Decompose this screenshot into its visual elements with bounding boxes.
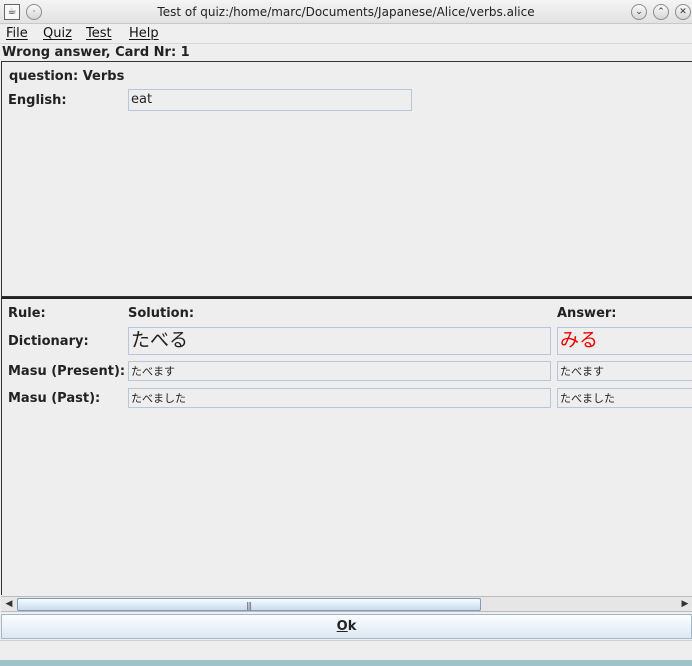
menu-test[interactable]: Test <box>86 26 112 41</box>
status-message: Wrong answer, Card Nr: 1 <box>2 45 190 60</box>
ok-mnemonic: O <box>336 619 348 634</box>
solution-header: Solution: <box>128 306 195 321</box>
scrollbar-thumb[interactable]: ||| <box>17 598 481 611</box>
english-field[interactable]: eat <box>128 89 412 111</box>
title-bar: ☕ · Test of quiz:/home/marc/Documents/Ja… <box>0 0 692 24</box>
scroll-left-icon[interactable]: ◀ <box>2 598 16 611</box>
maximize-icon[interactable]: ⌃ <box>653 4 669 20</box>
ok-label-rest: k <box>347 619 357 634</box>
status-bar <box>0 640 692 660</box>
horizontal-scrollbar[interactable]: ◀ ||| ▶ <box>1 596 692 612</box>
rule-masu-present-label: Masu (Present): <box>8 364 126 379</box>
question-panel: question: Verbs English: eat <box>1 61 692 297</box>
question-heading: question: Verbs <box>9 69 125 84</box>
solution-dictionary-field[interactable]: たべる <box>128 327 551 355</box>
window-title: Test of quiz:/home/marc/Documents/Japane… <box>157 5 535 19</box>
english-label: English: <box>8 93 67 108</box>
rule-header: Rule: <box>8 306 46 321</box>
solution-panel: Rule: Solution: Answer: Dictionary: たべる … <box>1 297 692 595</box>
ok-button[interactable]: Ok <box>1 614 692 639</box>
close-icon[interactable]: ✕ <box>675 4 691 20</box>
solution-masu-present-field[interactable]: たべます <box>128 361 551 381</box>
solution-masu-past-field[interactable]: たべました <box>128 388 551 408</box>
rule-masu-past-label: Masu (Past): <box>8 391 101 406</box>
window-bottom-edge <box>0 660 692 666</box>
rule-dictionary-label: Dictionary: <box>8 334 89 349</box>
minimize-icon[interactable]: ⌄ <box>631 4 647 20</box>
menu-bar: File Quiz Test Help <box>0 24 692 44</box>
answer-header: Answer: <box>557 306 617 321</box>
answer-masu-past-field[interactable]: たべました <box>557 388 692 408</box>
menu-quiz[interactable]: Quiz <box>43 26 72 41</box>
menu-help[interactable]: Help <box>129 26 159 41</box>
grip-icon: ||| <box>246 601 252 610</box>
menu-file[interactable]: File <box>6 26 28 41</box>
scroll-right-icon[interactable]: ▶ <box>678 598 692 611</box>
answer-masu-present-field[interactable]: たべます <box>557 361 692 381</box>
answer-dictionary-field[interactable]: みる <box>557 327 692 355</box>
